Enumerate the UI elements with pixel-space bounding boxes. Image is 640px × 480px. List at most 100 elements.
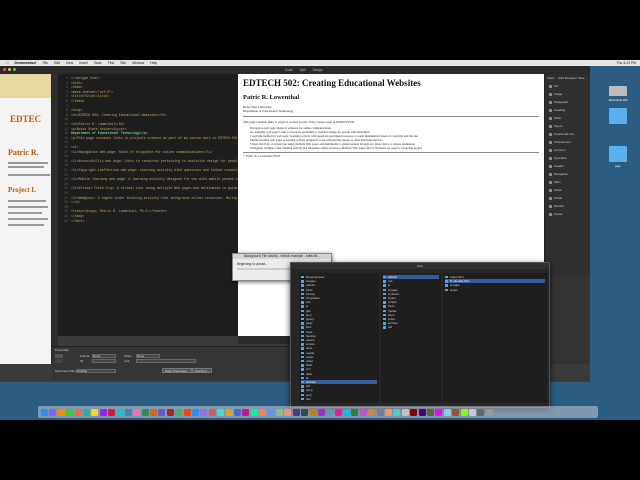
code-line[interactable]: 13 Department of Educational Technology</… xyxy=(58,131,147,135)
zoom-window-icon[interactable] xyxy=(13,68,16,71)
insert-item[interactable]: Paragraph xyxy=(549,100,589,104)
insert-item[interactable]: Heading xyxy=(549,108,589,112)
menu-site[interactable]: Site xyxy=(120,61,126,65)
dock-app-icon[interactable] xyxy=(477,408,485,416)
file-row[interactable]: styles xyxy=(445,288,545,292)
dock-app-icon[interactable] xyxy=(225,408,233,416)
code-line[interactable]: 32 </html> xyxy=(58,219,84,223)
dock-app-icon[interactable] xyxy=(460,408,468,416)
dock-app-icon[interactable] xyxy=(192,408,200,416)
dock-app-icon[interactable] xyxy=(82,408,90,416)
file-row[interactable]: old xyxy=(383,325,439,329)
dock-app-icon[interactable] xyxy=(485,408,493,416)
insert-item[interactable]: Navigation xyxy=(549,172,589,176)
insert-item[interactable]: Image xyxy=(549,92,589,96)
insert-item[interactable]: Div xyxy=(549,84,589,88)
dock-app-icon[interactable] xyxy=(124,408,132,416)
dock-app-icon[interactable] xyxy=(301,408,309,416)
tab-files[interactable]: Files xyxy=(578,76,584,80)
code-line[interactable]: 17 <li>Navigation web page: Rules of etiq… xyxy=(58,150,212,154)
code-line[interactable]: 23 <li>Mobile learning web page: A learni… xyxy=(58,177,238,181)
menu-edit[interactable]: Edit xyxy=(54,61,60,65)
dock-app-icon[interactable] xyxy=(150,408,158,416)
dock-app-icon[interactable] xyxy=(217,408,225,416)
dock-app-icon[interactable] xyxy=(359,408,367,416)
dock-app-icon[interactable] xyxy=(133,408,141,416)
insert-item[interactable]: Hyperlink xyxy=(549,156,589,160)
dock-app-icon[interactable] xyxy=(452,408,460,416)
code-line[interactable]: 26 xyxy=(58,191,71,195)
code-line[interactable]: 15 xyxy=(58,140,71,144)
menu-clock[interactable]: Thu 4:23 PM xyxy=(617,61,636,65)
dock-app-icon[interactable] xyxy=(309,408,317,416)
code-line[interactable]: 27 <li>WebQuest: A higher-order thinking … xyxy=(58,196,238,200)
dock-app-icon[interactable] xyxy=(267,408,275,416)
file-row[interactable]: site xyxy=(301,397,377,401)
code-line[interactable]: 21 <li>Copyright-ineffective web page: Le… xyxy=(58,168,238,172)
code-line[interactable]: 20 xyxy=(58,163,71,167)
insert-item[interactable]: Unordered List xyxy=(549,132,589,136)
dock-app-icon[interactable] xyxy=(317,408,325,416)
file-column[interactable]: index.html P_Identify.html images styles xyxy=(443,273,547,403)
menu-find[interactable]: Find xyxy=(108,61,115,65)
menu-window[interactable]: Window xyxy=(132,61,144,65)
menu-insert[interactable]: Insert xyxy=(79,61,87,65)
code-line[interactable]: 4 <meta charset="utf-8"> xyxy=(58,90,113,94)
insert-item[interactable]: Ordered List xyxy=(549,140,589,144)
link-input[interactable] xyxy=(136,359,196,363)
dock-app-icon[interactable] xyxy=(233,408,241,416)
close-window-icon[interactable] xyxy=(3,68,6,71)
code-line[interactable]: 29 xyxy=(58,205,71,209)
dock-app-icon[interactable] xyxy=(41,408,48,416)
code-line[interactable]: 14 <p>This page contains links to project… xyxy=(58,136,238,140)
dock-app-icon[interactable] xyxy=(141,408,149,416)
code-line[interactable]: 3 <head> xyxy=(58,85,82,89)
list-item-button[interactable]: List Item... xyxy=(192,368,212,373)
dock-app-icon[interactable] xyxy=(250,408,258,416)
tab-css-designer[interactable]: CSS Designer xyxy=(558,76,577,80)
dock-app-icon[interactable] xyxy=(351,408,359,416)
dock-app-icon[interactable] xyxy=(74,408,82,416)
html-mode-button[interactable] xyxy=(55,354,63,358)
dock-app-icon[interactable] xyxy=(158,408,166,416)
desktop-icon-folder[interactable]: jsgs xyxy=(598,146,638,168)
code-line[interactable]: 10 xyxy=(58,117,71,121)
code-line[interactable]: 31 </body> xyxy=(58,214,84,218)
dock-app-icon[interactable] xyxy=(343,408,351,416)
dock-app-icon[interactable] xyxy=(242,408,250,416)
code-line[interactable]: 18 xyxy=(58,154,71,158)
dock-app-icon[interactable] xyxy=(393,408,401,416)
dock-app-icon[interactable] xyxy=(57,408,65,416)
dock-app-icon[interactable] xyxy=(99,408,107,416)
dock-app-icon[interactable] xyxy=(116,408,124,416)
dock-app-icon[interactable] xyxy=(91,408,99,416)
minimize-window-icon[interactable] xyxy=(8,68,11,71)
insert-item[interactable]: List Item xyxy=(549,148,589,152)
split-view-button[interactable]: Split xyxy=(300,68,306,72)
menu-tools[interactable]: Tools xyxy=(94,61,102,65)
dock-app-icon[interactable] xyxy=(166,408,174,416)
apple-icon[interactable]:  xyxy=(6,61,9,65)
code-line[interactable]: 5 <title>Title</title> xyxy=(58,94,109,98)
code-line[interactable]: 9 <h1>EDTECH 502: Creating Educational We… xyxy=(58,113,167,117)
dock-app-icon[interactable] xyxy=(368,408,376,416)
menu-help[interactable]: Help xyxy=(150,61,157,65)
dock-app-icon[interactable] xyxy=(292,408,300,416)
code-line[interactable]: 12 <p>Boise State University<br> xyxy=(58,127,126,131)
code-line[interactable]: 8 <body> xyxy=(58,108,82,112)
dock-app-icon[interactable] xyxy=(108,408,116,416)
code-view-button[interactable]: Code xyxy=(285,68,293,72)
insert-item[interactable]: Aside xyxy=(549,188,589,192)
id-select[interactable] xyxy=(92,359,116,363)
dock-app-icon[interactable] xyxy=(376,408,384,416)
insert-item[interactable]: Article xyxy=(549,196,589,200)
dock-app-icon[interactable] xyxy=(385,408,393,416)
design-view-button[interactable]: Design xyxy=(313,68,323,72)
insert-item[interactable]: Figure xyxy=(549,124,589,128)
code-line[interactable]: 6 </head> xyxy=(58,99,84,103)
code-line[interactable]: 7 xyxy=(58,104,71,108)
code-line[interactable]: 11 <h2>Patric R. Lowenthal</h2> xyxy=(58,122,124,126)
dock-app-icon[interactable] xyxy=(259,408,267,416)
dock-app-icon[interactable] xyxy=(468,408,476,416)
dock-app-icon[interactable] xyxy=(183,408,191,416)
